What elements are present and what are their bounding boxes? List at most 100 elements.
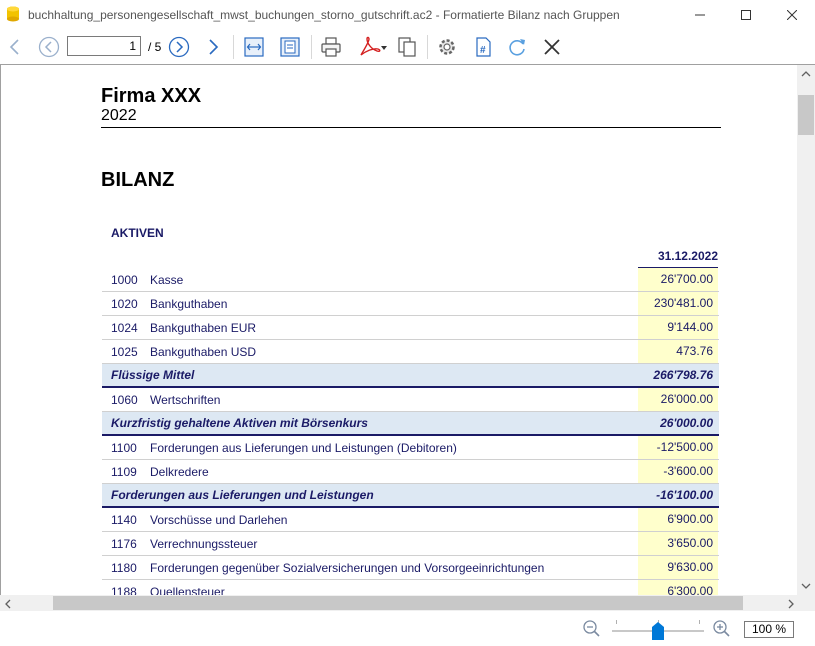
status-bar: 100 % xyxy=(0,611,815,646)
next-page-button[interactable] xyxy=(166,34,192,60)
close-icon xyxy=(544,39,560,55)
minimize-button[interactable] xyxy=(677,0,723,30)
balance-table: 1000 Kasse 26'700.00 1020 Bankguthaben 2… xyxy=(102,268,719,596)
table-row: 1000 Kasse 26'700.00 xyxy=(102,268,719,292)
toolbar-separator xyxy=(427,35,428,59)
zoom-slider[interactable] xyxy=(612,619,704,641)
fit-page-icon xyxy=(280,37,300,57)
account-number: 1024 xyxy=(111,321,138,335)
table-row: 1020 Bankguthaben 230'481.00 xyxy=(102,292,719,316)
zoom-in-icon xyxy=(713,620,730,637)
account-number: 1109 xyxy=(111,465,137,479)
scroll-right-icon[interactable] xyxy=(787,599,795,609)
maximize-icon xyxy=(741,10,751,20)
account-description: Wertschriften xyxy=(150,393,221,407)
report-page: Firma XXX 2022 BILANZ AKTIVEN 31.12.2022… xyxy=(0,65,797,596)
print-button[interactable] xyxy=(318,34,344,60)
account-amount: 6'900.00 xyxy=(638,508,718,531)
page-number-button[interactable]: # xyxy=(470,34,496,60)
account-description: Vorschüsse und Darlehen xyxy=(150,513,288,527)
account-amount: 9'144.00 xyxy=(638,316,718,339)
refresh-button[interactable] xyxy=(504,34,530,60)
account-amount: 230'481.00 xyxy=(638,292,718,315)
account-description: Kasse xyxy=(150,273,184,287)
minimize-icon xyxy=(695,14,705,16)
account-number: 1100 xyxy=(111,441,137,455)
zoom-level-field[interactable]: 100 % xyxy=(744,621,794,638)
scroll-up-icon[interactable] xyxy=(801,70,811,78)
horizontal-scroll-thumb[interactable] xyxy=(53,596,743,610)
account-number: 1176 xyxy=(111,537,137,551)
prev-page-button[interactable] xyxy=(36,34,62,60)
account-description: Delkredere xyxy=(150,465,209,479)
back-icon xyxy=(9,39,19,55)
group-amount: 26'000.00 xyxy=(660,416,713,430)
forward-icon xyxy=(209,39,219,55)
pdf-export-button[interactable] xyxy=(356,34,390,60)
table-row: 1109 Delkredere -3'600.00 xyxy=(102,460,719,484)
zoom-slider-tick xyxy=(616,620,617,624)
table-row: 1140 Vorschüsse und Darlehen 6'900.00 xyxy=(102,508,719,532)
toolbar-separator xyxy=(311,35,312,59)
section-title: AKTIVEN xyxy=(111,226,164,240)
account-number: 1180 xyxy=(111,561,137,575)
horizontal-scrollbar[interactable] xyxy=(0,595,815,611)
scroll-left-icon[interactable] xyxy=(4,599,12,609)
vertical-scrollbar[interactable] xyxy=(797,65,815,596)
app-icon xyxy=(7,6,19,22)
close-window-button[interactable] xyxy=(769,0,815,30)
table-row: 1060 Wertschriften 26'000.00 xyxy=(102,388,719,412)
svg-text:#: # xyxy=(480,45,486,56)
pdf-icon xyxy=(360,36,387,56)
scroll-corner xyxy=(799,595,815,611)
group-description: Kurzfristig gehaltene Aktiven mit Börsen… xyxy=(111,416,368,430)
zoom-out-button[interactable] xyxy=(582,619,602,639)
back-button[interactable] xyxy=(4,34,26,60)
table-row: 1176 Verrechnungssteuer 3'650.00 xyxy=(102,532,719,556)
scroll-down-icon[interactable] xyxy=(801,582,811,590)
zoom-in-button[interactable] xyxy=(712,619,732,639)
settings-icon xyxy=(439,39,455,55)
print-icon xyxy=(321,37,341,57)
account-description: Verrechnungssteuer xyxy=(150,537,258,551)
account-amount: 473.76 xyxy=(638,340,718,363)
account-description: Forderungen gegenüber Sozialversicherung… xyxy=(150,561,545,575)
vertical-scroll-thumb[interactable] xyxy=(798,95,814,135)
table-row: 1025 Bankguthaben USD 473.76 xyxy=(102,340,719,364)
zoom-slider-thumb[interactable] xyxy=(652,622,664,640)
forward-button[interactable] xyxy=(202,34,224,60)
toolbar-separator xyxy=(233,35,234,59)
account-description: Bankguthaben xyxy=(150,297,228,311)
account-amount: 26'000.00 xyxy=(638,388,718,411)
fit-page-button[interactable] xyxy=(277,34,303,60)
zoom-slider-tick xyxy=(699,620,700,624)
fit-width-button[interactable] xyxy=(241,34,267,60)
header-divider xyxy=(101,127,721,128)
table-row: 1024 Bankguthaben EUR 9'144.00 xyxy=(102,316,719,340)
close-report-button[interactable] xyxy=(539,34,565,60)
account-number: 1060 xyxy=(111,393,138,407)
account-number: 1020 xyxy=(111,297,138,311)
account-amount: -3'600.00 xyxy=(638,460,718,483)
report-viewer: Firma XXX 2022 BILANZ AKTIVEN 31.12.2022… xyxy=(0,64,815,596)
report-title: BILANZ xyxy=(101,169,175,191)
copy-button[interactable] xyxy=(394,34,420,60)
account-amount: 6'300.00 xyxy=(638,580,718,596)
page-number-input[interactable]: 1 xyxy=(67,36,141,56)
company-name: Firma XXX xyxy=(101,85,202,107)
maximize-button[interactable] xyxy=(723,0,769,30)
table-row: 1188 Quellensteuer 6'300.00 xyxy=(102,580,719,596)
group-amount: -16'100.00 xyxy=(656,488,713,502)
account-description: Forderungen aus Lieferungen und Leistung… xyxy=(150,441,457,455)
copy-icon xyxy=(398,37,416,57)
refresh-icon xyxy=(509,39,525,56)
settings-button[interactable] xyxy=(434,34,460,60)
close-window-icon xyxy=(787,10,797,20)
account-amount: -12'500.00 xyxy=(638,436,718,459)
report-year: 2022 xyxy=(101,107,137,124)
table-row: 1180 Forderungen gegenüber Sozialversich… xyxy=(102,556,719,580)
prev-page-icon xyxy=(38,36,60,58)
toolbar: 1 / 5 # xyxy=(0,30,815,64)
account-amount: 3'650.00 xyxy=(638,532,718,555)
page-total: / 5 xyxy=(148,40,162,54)
